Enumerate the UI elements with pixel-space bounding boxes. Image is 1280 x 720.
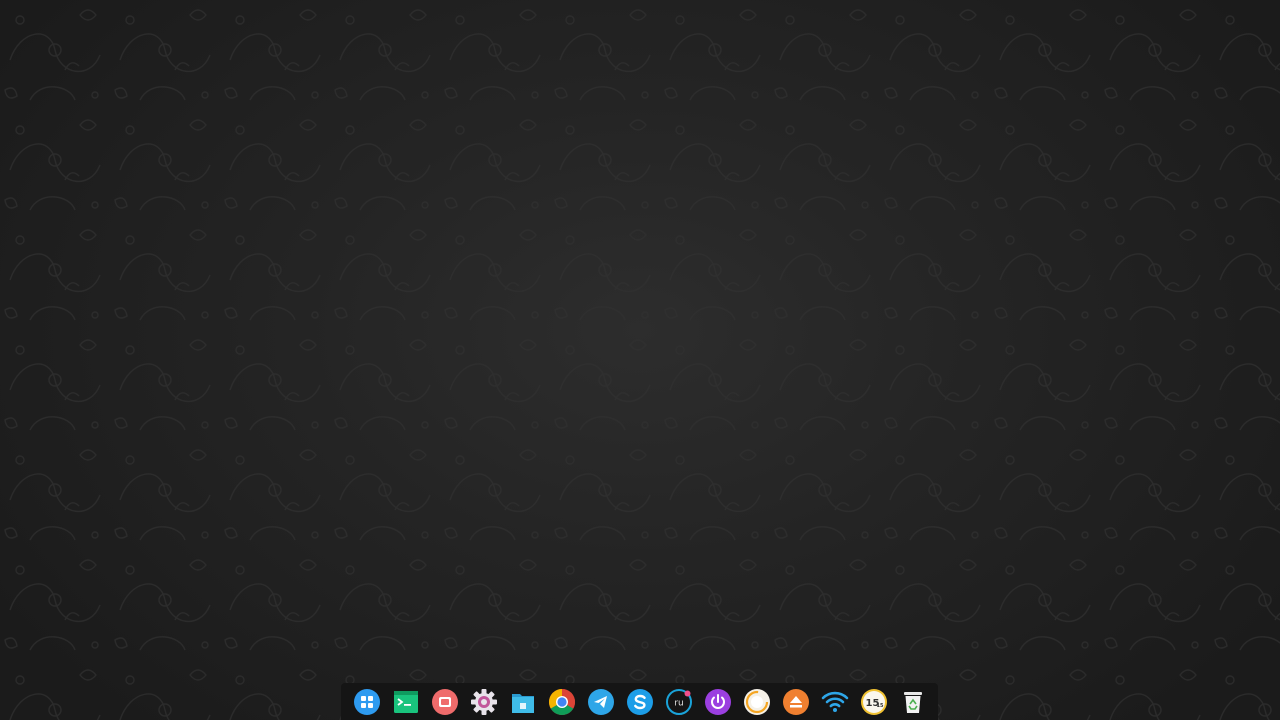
dock: ru 15 15 <box>341 683 938 720</box>
file-manager-button[interactable] <box>507 686 539 718</box>
power-icon <box>704 688 731 715</box>
eject-icon <box>782 688 809 715</box>
clock-minutes: 15 <box>876 703 883 709</box>
keyboard-layout-label: ru <box>674 698 683 708</box>
chrome-button[interactable] <box>546 686 578 718</box>
launcher-icon <box>353 688 380 715</box>
telegram-button[interactable] <box>585 686 617 718</box>
desktop[interactable]: ru 15 15 <box>0 0 1280 720</box>
eject-button[interactable] <box>780 686 812 718</box>
screen-recorder-icon <box>431 688 458 715</box>
skype-button[interactable] <box>624 686 656 718</box>
power-button[interactable] <box>702 686 734 718</box>
settings-button[interactable] <box>468 686 500 718</box>
sound-button[interactable] <box>741 686 773 718</box>
sound-icon <box>743 688 770 715</box>
trash-icon <box>903 691 922 713</box>
screen-recorder-button[interactable] <box>429 686 461 718</box>
wifi-icon <box>821 691 848 712</box>
clock-button[interactable]: 15 15 <box>858 686 890 718</box>
wifi-button[interactable] <box>819 686 851 718</box>
wallpaper-pattern <box>0 0 1280 720</box>
keyboard-layout-icon: ru <box>665 688 692 715</box>
chrome-icon <box>548 688 575 715</box>
folder-icon <box>511 693 534 713</box>
launcher-button[interactable] <box>351 686 383 718</box>
telegram-icon <box>587 688 614 715</box>
keyboard-layout-button[interactable]: ru <box>663 686 695 718</box>
trash-button[interactable] <box>897 686 929 718</box>
terminal-icon <box>393 690 418 713</box>
terminal-button[interactable] <box>390 686 422 718</box>
clock-icon: 15 15 <box>860 688 887 715</box>
skype-icon <box>626 688 653 715</box>
gear-icon <box>470 688 497 715</box>
